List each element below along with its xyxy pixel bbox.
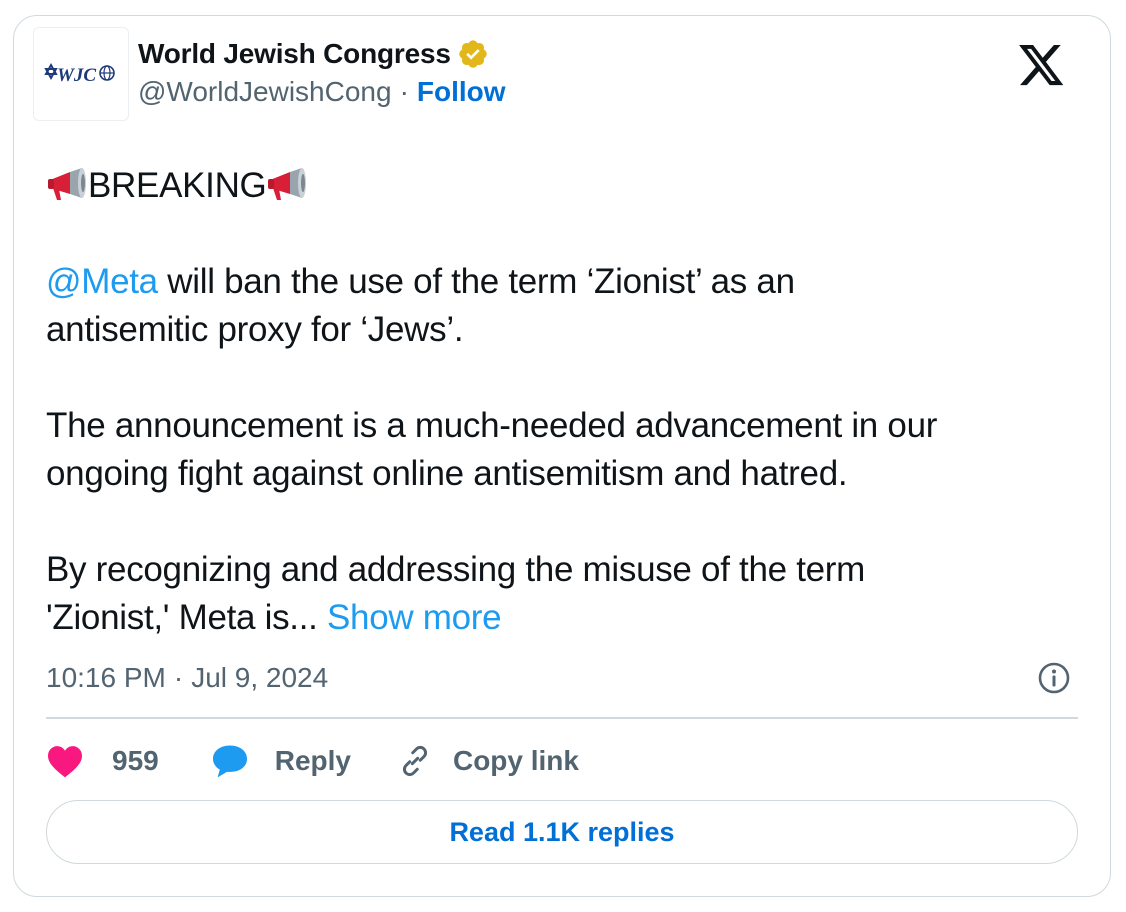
link-icon [402, 745, 428, 777]
divider [46, 717, 1078, 719]
paragraph-3: By recognizing and addressing the misuse… [46, 546, 1086, 642]
x-logo-icon[interactable] [1019, 45, 1065, 87]
like-count: 959 [112, 745, 159, 776]
author-block: World Jewish Congress @WorldJewishCong ·… [138, 35, 506, 111]
paragraph-1-cont: antisemitic proxy for ‘Jews’. [46, 310, 464, 349]
info-icon[interactable] [1036, 660, 1072, 696]
show-more-link[interactable]: Show more [327, 598, 502, 637]
copy-link-label: Copy link [452, 745, 579, 776]
copy-link-button[interactable]: Copy link [397, 743, 579, 779]
timestamp-separator: · [173, 662, 184, 693]
megaphone-icon [46, 167, 88, 203]
avatar[interactable]: WJC [33, 27, 129, 121]
avatar-logo-text: WJC [57, 65, 96, 86]
verified-badge-icon [457, 38, 489, 70]
paragraph-3-line-2: 'Zionist,' Meta is... [46, 598, 328, 637]
paragraph-3-line-1: By recognizing and addressing the misuse… [46, 550, 866, 589]
mention-link[interactable]: @Meta [46, 262, 158, 301]
paragraph-2-line-2: ongoing fight against online antisemitis… [46, 454, 848, 493]
heart-icon [48, 746, 82, 778]
follow-button[interactable]: Follow [417, 76, 506, 108]
wjc-logo-icon: WJC [44, 62, 115, 86]
handle-row: @WorldJewishCong · Follow [138, 73, 506, 111]
tweet-time[interactable]: 10:16 PM [46, 662, 166, 694]
breaking-text: BREAKING [88, 166, 267, 205]
handle-separator: · [399, 76, 409, 107]
author-name[interactable]: World Jewish Congress [138, 38, 451, 70]
tweet-date[interactable]: Jul 9, 2024 [191, 662, 328, 694]
paragraph-2-line-1: The announcement is a much-needed advanc… [46, 406, 938, 445]
action-bar: 959 Reply Copy link [46, 738, 579, 784]
reply-button[interactable]: Reply [211, 744, 351, 778]
read-replies-button[interactable]: Read 1.1K replies [46, 800, 1078, 864]
reply-label: Reply [274, 745, 351, 776]
author-handle[interactable]: @WorldJewishCong [138, 76, 392, 108]
tweet-body: BREAKING @Meta will ban the use of the t… [46, 162, 1086, 642]
paragraph-1: @Meta will ban the use of the term ‘Zion… [46, 258, 1086, 354]
paragraph-2: The announcement is a much-needed advanc… [46, 402, 1086, 498]
name-row: World Jewish Congress [138, 35, 506, 73]
reply-bubble-icon [212, 745, 247, 778]
breaking-line: BREAKING [46, 162, 1086, 210]
paragraph-1-text: will ban the use of the term ‘Zionist’ a… [157, 262, 795, 301]
like-button[interactable]: 959 [46, 744, 159, 778]
timestamp-row: 10:16 PM · Jul 9, 2024 [46, 658, 1078, 698]
megaphone-icon [266, 167, 308, 203]
tweet-header: WJC World Jewish Congress @WorldJewishCo… [33, 27, 1065, 121]
